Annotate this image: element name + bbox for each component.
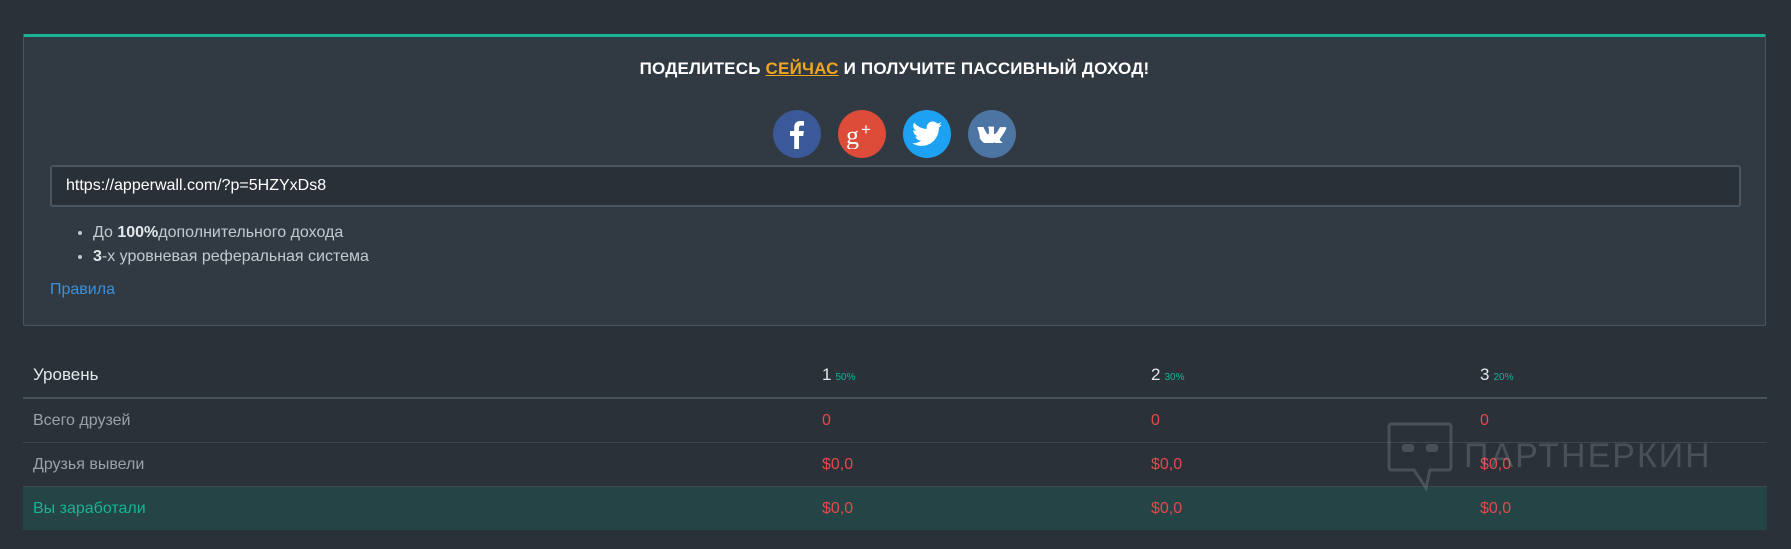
table-row: Всего друзей 0 0 0 xyxy=(23,398,1767,443)
benefit-item: 3-х уровневая реферальная система xyxy=(93,245,369,269)
level-percent: 30% xyxy=(1164,372,1185,383)
benefit-highlight: 100% xyxy=(117,224,159,241)
level-3-header: 3 20% xyxy=(1470,353,1767,399)
cell-value: $0,0 xyxy=(812,486,1141,530)
svg-text:g: g xyxy=(846,121,859,149)
google-plus-icon: g + xyxy=(846,120,871,149)
referral-panel: ПОДЕЛИТЕСЬ СЕЙЧАС И ПОЛУЧИТЕ ПАССИВНЫЙ Д… xyxy=(23,34,1766,326)
row-label: Вы заработали xyxy=(23,486,812,530)
benefit-prefix: До xyxy=(93,224,118,241)
level-number: 3 xyxy=(1480,365,1490,384)
social-share-buttons: g + xyxy=(24,110,1765,158)
twitter-icon xyxy=(912,121,942,146)
share-headline: ПОДЕЛИТЕСЬ СЕЙЧАС И ПОЛУЧИТЕ ПАССИВНЫЙ Д… xyxy=(24,59,1765,79)
benefit-highlight: 3 xyxy=(93,248,102,265)
table-header-row: Уровень 1 50% 2 30% 3 20% xyxy=(23,353,1767,399)
referral-stats-table: Уровень 1 50% 2 30% 3 20% Всего друзей 0 0 … xyxy=(23,353,1767,530)
cell-value: $0,0 xyxy=(1141,486,1470,530)
benefits-list: До 100%дополнительного дохода 3-х уровне… xyxy=(73,221,369,269)
cell-value: $0,0 xyxy=(1470,486,1767,530)
table-row: Друзья вывели $0,0 $0,0 $0,0 xyxy=(23,442,1767,487)
row-label: Всего друзей xyxy=(23,398,812,443)
twitter-share-button[interactable] xyxy=(903,110,951,158)
headline-text-start: ПОДЕЛИТЕСЬ xyxy=(639,59,766,78)
cell-value: 0 xyxy=(1470,398,1767,443)
benefit-text: дополнительного дохода xyxy=(158,224,344,241)
google-plus-share-button[interactable]: g + xyxy=(838,110,886,158)
cell-value: $0,0 xyxy=(1470,442,1767,487)
row-label: Друзья вывели xyxy=(23,442,812,487)
headline-text-end: И ПОЛУЧИТЕ ПАССИВНЫЙ ДОХОД! xyxy=(838,59,1150,78)
level-percent: 50% xyxy=(835,372,856,383)
level-1-header: 1 50% xyxy=(812,353,1141,399)
svg-text:+: + xyxy=(861,120,871,139)
rules-link[interactable]: Правила xyxy=(50,281,115,299)
cell-value: 0 xyxy=(1141,398,1470,443)
vk-icon xyxy=(977,126,1007,143)
facebook-icon xyxy=(790,121,804,149)
level-number: 1 xyxy=(822,365,832,384)
level-2-header: 2 30% xyxy=(1141,353,1470,399)
benefit-item: До 100%дополнительного дохода xyxy=(93,221,369,245)
table-row-earned: Вы заработали $0,0 $0,0 $0,0 xyxy=(23,486,1767,530)
level-percent: 20% xyxy=(1493,372,1514,383)
share-now-link[interactable]: СЕЙЧАС xyxy=(766,59,839,78)
level-header: Уровень xyxy=(23,353,812,399)
facebook-share-button[interactable] xyxy=(773,110,821,158)
vk-share-button[interactable] xyxy=(968,110,1016,158)
level-number: 2 xyxy=(1151,365,1161,384)
benefit-text: -х уровневая реферальная система xyxy=(101,248,369,265)
cell-value: $0,0 xyxy=(1141,442,1470,487)
cell-value: $0,0 xyxy=(812,442,1141,487)
cell-value: 0 xyxy=(812,398,1141,443)
referral-link-input[interactable] xyxy=(50,165,1741,207)
